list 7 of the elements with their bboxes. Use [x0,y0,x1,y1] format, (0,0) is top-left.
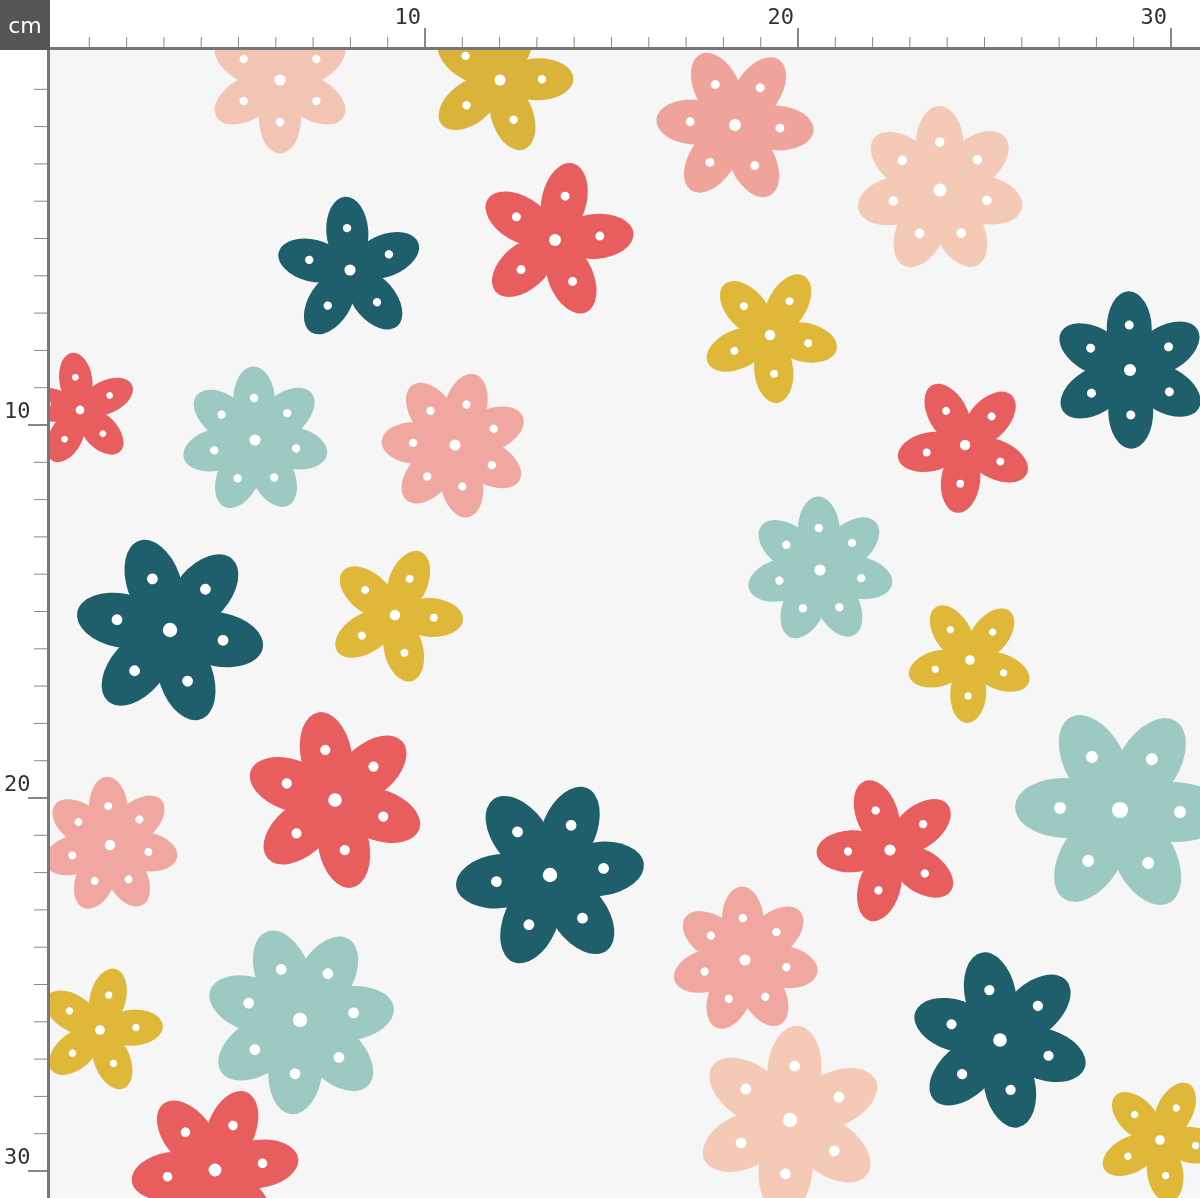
unit-label: cm [0,0,50,50]
ruler-label: 20 [767,4,795,29]
ruler-label: 20 [4,771,31,796]
ruler-label: 30 [4,1144,31,1169]
ruler-label: 10 [4,398,31,423]
ruler-label: 30 [1140,4,1168,29]
ruler-label: 10 [394,4,422,29]
